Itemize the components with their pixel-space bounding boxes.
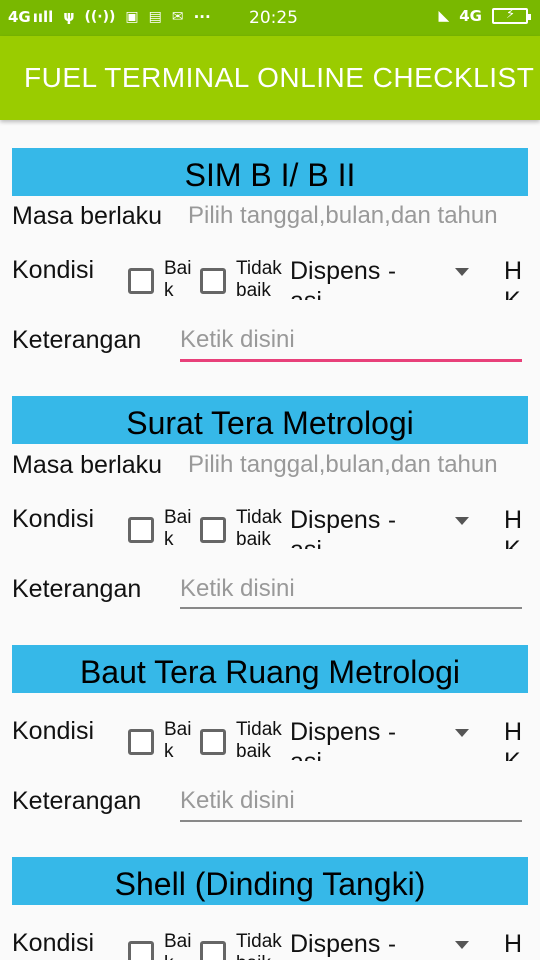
keterangan-input-underline (180, 359, 522, 362)
tidak-baik-label: Tidak baik (236, 719, 282, 762)
keterangan-input[interactable]: Ketik disini (180, 575, 295, 603)
baik-checkbox[interactable] (128, 517, 154, 543)
app-icon-2: ▤ (148, 9, 162, 25)
status-left: 4G ııll ψ ((·)) ▣ ▤ ✉ ··· (8, 8, 211, 26)
network-type-right: 4G (459, 7, 482, 25)
hotspot-icon: ((·)) (84, 9, 116, 25)
dispensasi-label: Dispensasi (290, 506, 381, 549)
dispensasi-label: Dispensasi (290, 930, 381, 958)
baik-label: Baik (164, 507, 192, 550)
dropdown-arrow-icon (455, 941, 469, 949)
keterangan-label: Keterangan (12, 787, 142, 815)
keterangan-input[interactable]: Ketik disini (180, 787, 295, 815)
baik-label: Baik (164, 719, 192, 762)
dropdown-arrow-icon (455, 268, 469, 276)
tidak-baik-label: Tidak baik (236, 931, 282, 960)
hk-label: HK (504, 930, 523, 958)
spinner-value: - (388, 258, 396, 285)
masa-berlaku-label: Masa berlaku (12, 451, 163, 479)
kondisi-label: Kondisi (12, 505, 94, 533)
spinner-value: - (388, 931, 396, 958)
spinner-value: - (388, 719, 396, 746)
dispensasi-label: Dispensasi (290, 257, 381, 300)
mute-icon: ◣ (438, 8, 450, 24)
status-right: ◣ 4G ⚡ (438, 7, 531, 25)
keterangan-input[interactable]: Ketik disini (180, 326, 295, 354)
baik-checkbox[interactable] (128, 268, 154, 294)
kondisi-label: Kondisi (12, 929, 94, 957)
hk-label: HK (504, 257, 523, 300)
network-type-left: 4G (8, 8, 31, 26)
section-header-surat-tera: Surat Tera Metrologi (12, 396, 528, 444)
dispensasi-label: Dispensasi (290, 718, 381, 761)
kondisi-label: Kondisi (12, 717, 94, 745)
app-icon-1: ▣ (125, 9, 139, 25)
tidak-baik-checkbox[interactable] (200, 941, 226, 960)
keterangan-input-underline (180, 607, 522, 609)
masa-berlaku-date-picker[interactable]: Pilih tanggal,bulan,dan tahun (188, 202, 498, 230)
hk-label: HK (504, 506, 523, 549)
baik-checkbox[interactable] (128, 941, 154, 960)
keterangan-input-underline (180, 820, 522, 822)
tidak-baik-label: Tidak baik (236, 507, 282, 550)
app-bar: FUEL TERMINAL ONLINE CHECKLIST (0, 36, 540, 120)
hk-label: HK (504, 718, 523, 761)
dispensasi-spinner[interactable]: Dispensasi - (290, 505, 490, 549)
status-bar: 4G ııll ψ ((·)) ▣ ▤ ✉ ··· 20:25 ◣ 4G ⚡ (0, 0, 540, 36)
spinner-value: - (388, 507, 396, 534)
mail-icon: ✉ (171, 9, 184, 25)
section-header-baut-tera: Baut Tera Ruang Metrologi (12, 645, 528, 693)
keterangan-label: Keterangan (12, 326, 142, 354)
masa-berlaku-label: Masa berlaku (12, 202, 163, 230)
battery-icon: ⚡ (492, 7, 531, 24)
status-time: 20:25 (249, 8, 298, 28)
section-header-sim: SIM B I/ B II (12, 148, 528, 196)
kondisi-label: Kondisi (12, 256, 94, 284)
tidak-baik-label: Tidak baik (236, 258, 282, 301)
baik-label: Baik (164, 258, 192, 301)
keterangan-label: Keterangan (12, 575, 142, 603)
masa-berlaku-date-picker[interactable]: Pilih tanggal,bulan,dan tahun (188, 451, 498, 479)
signal-icon: ııll (32, 8, 54, 26)
dispensasi-spinner[interactable]: Dispensasi - (290, 256, 490, 300)
more-notifications-icon: ··· (193, 8, 211, 26)
section-header-shell: Shell (Dinding Tangki) (12, 857, 528, 905)
usb-icon: ψ (63, 9, 75, 25)
app-title: FUEL TERMINAL ONLINE CHECKLIST (24, 62, 535, 93)
dropdown-arrow-icon (455, 517, 469, 525)
tidak-baik-checkbox[interactable] (200, 268, 226, 294)
baik-label: Baik (164, 931, 192, 960)
dropdown-arrow-icon (455, 729, 469, 737)
dispensasi-spinner[interactable]: Dispensasi - (290, 929, 490, 960)
tidak-baik-checkbox[interactable] (200, 729, 226, 755)
tidak-baik-checkbox[interactable] (200, 517, 226, 543)
baik-checkbox[interactable] (128, 729, 154, 755)
dispensasi-spinner[interactable]: Dispensasi - (290, 717, 490, 761)
